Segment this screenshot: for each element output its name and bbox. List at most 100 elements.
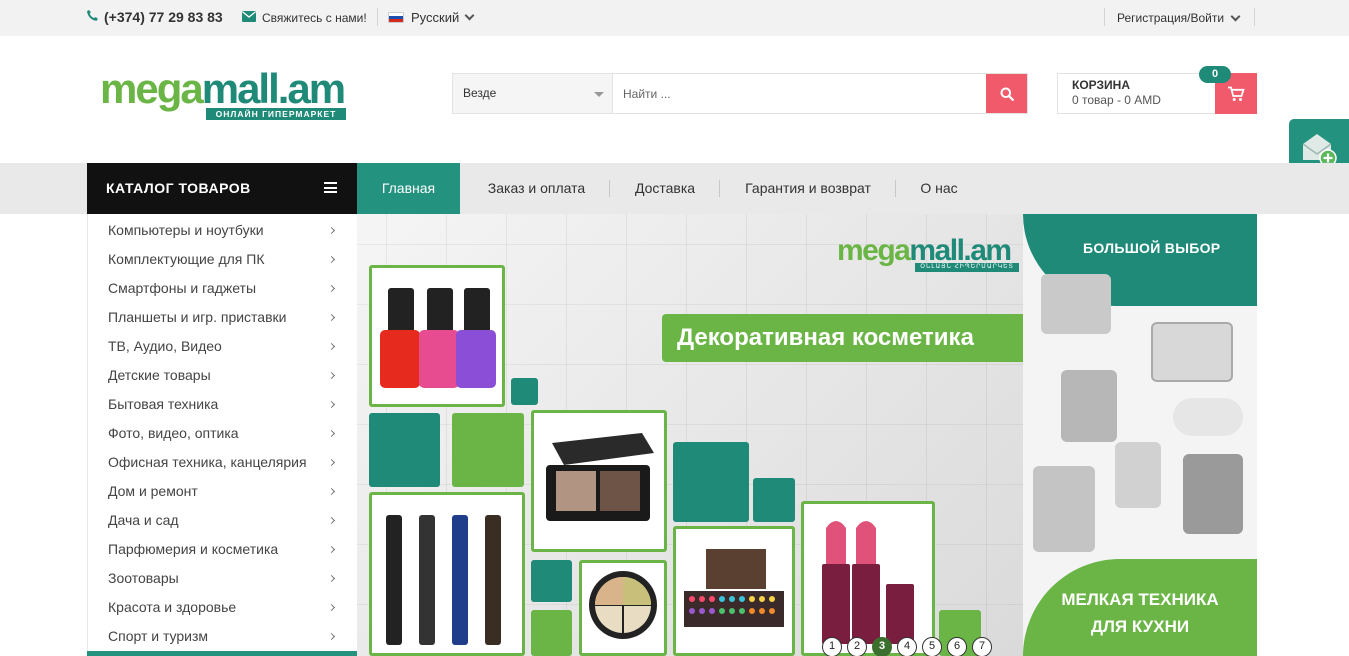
- chevron-right-icon: [327, 429, 336, 438]
- chevron-right-icon: [327, 632, 336, 641]
- juicer-image: [1061, 370, 1117, 442]
- divider: [1104, 8, 1105, 26]
- contact-link[interactable]: Свяжитесь с нами!: [242, 11, 367, 25]
- hamburger-icon: [324, 182, 337, 193]
- search-input[interactable]: [614, 74, 986, 113]
- scale-image: [1173, 398, 1243, 436]
- decor-square: [673, 442, 749, 522]
- category-item[interactable]: Офисная техника, канцелярия: [108, 448, 348, 477]
- logo-text-part2: mall.am: [201, 65, 346, 112]
- category-item[interactable]: Зоотовары: [108, 564, 348, 593]
- food-processor-image: [1033, 466, 1095, 552]
- search-category-value: Везде: [463, 86, 497, 100]
- chevron-right-icon: [327, 603, 336, 612]
- fryer-image: [1041, 274, 1111, 334]
- catalog-title: КАТАЛОГ ТОВАРОВ: [106, 180, 251, 196]
- divider: [609, 180, 610, 197]
- category-item[interactable]: Фото, видео, оптика: [108, 419, 348, 448]
- site-logo[interactable]: megamall.am ОНЛАЙН ГИПЕРМАРКЕТ: [100, 68, 350, 124]
- makeup-palette-image: [673, 526, 795, 656]
- slide-dot-7[interactable]: 7: [972, 637, 992, 656]
- search-bar: Везде: [452, 73, 1028, 114]
- chevron-right-icon: [327, 313, 336, 322]
- slide-dot-6[interactable]: 6: [947, 637, 967, 656]
- phone-icon: [86, 9, 99, 25]
- decor-square: [511, 378, 538, 405]
- slide-dot-1[interactable]: 1: [822, 637, 842, 656]
- logo-subtitle: ОНЛАЙН ГИПЕРМАРКЕТ: [206, 108, 346, 120]
- slide-dot-3[interactable]: 3: [872, 637, 892, 656]
- lipstick-image: [801, 501, 935, 656]
- nav-about[interactable]: О нас: [911, 163, 967, 214]
- decor-square: [369, 413, 440, 487]
- banner-logo-subtitle: ՕՆԼԱՅՆ ՀԻՊԵՐՄԱՐԿԵՏ: [915, 263, 1019, 272]
- category-item[interactable]: Дача и сад: [108, 506, 348, 535]
- logo-text-part1: mega: [100, 65, 204, 112]
- category-item[interactable]: Детские товары: [108, 361, 348, 390]
- promo-banner-slider[interactable]: Декоративная косметика megamall.am ՕՆԼԱՅ…: [357, 214, 1257, 656]
- catalog-menu-button[interactable]: КАТАЛОГ ТОВАРОВ: [87, 163, 357, 214]
- decor-square: [753, 478, 795, 522]
- category-item[interactable]: Комплектующие для ПК: [108, 245, 348, 274]
- chevron-right-icon: [327, 226, 336, 235]
- search-category-select[interactable]: Везде: [453, 74, 613, 113]
- contact-label: Свяжитесь с нами!: [262, 11, 367, 25]
- nav-delivery[interactable]: Доставка: [622, 163, 708, 214]
- chevron-right-icon: [327, 284, 336, 293]
- russian-flag-icon: [388, 12, 404, 23]
- decor-square: [531, 560, 572, 602]
- panel-bottom-line1: МЕЛКАЯ ТЕХНИКА: [1061, 590, 1219, 609]
- nav-home[interactable]: Главная: [357, 163, 460, 214]
- cart-summary: 0 товар - 0 AMD: [1072, 93, 1161, 107]
- category-item[interactable]: Дом и ремонт: [108, 477, 348, 506]
- chevron-right-icon: [327, 371, 336, 380]
- dropdown-arrow-icon: [594, 92, 604, 97]
- category-item[interactable]: Красота и здоровье: [108, 593, 348, 622]
- microwave-image: [1151, 322, 1233, 382]
- search-icon: [1000, 87, 1014, 101]
- panel-bottom-line2: ДЛЯ КУХНИ: [1090, 617, 1190, 636]
- category-item[interactable]: Парфюмерия и косметика: [108, 535, 348, 564]
- chevron-right-icon: [327, 458, 336, 467]
- category-item[interactable]: Смартфоны и гаджеты: [108, 274, 348, 303]
- chevron-down-icon: [1230, 11, 1241, 21]
- category-item[interactable]: Спорт и туризм: [108, 622, 348, 651]
- category-item[interactable]: Компьютеры и ноутбуки: [108, 216, 348, 245]
- phone-number: (+374) 77 29 83 83: [104, 9, 223, 25]
- appliances-panel: БОЛЬШОЙ ВЫБОР МЕЛКАЯ ТЕХНИКА ДЛЯ КУХНИ: [1023, 214, 1257, 656]
- divider: [377, 8, 378, 26]
- slide-dot-5[interactable]: 5: [922, 637, 942, 656]
- slide-dot-2[interactable]: 2: [847, 637, 867, 656]
- chevron-right-icon: [327, 516, 336, 525]
- slider-pagination: 1 2 3 4 5 6 7: [822, 637, 992, 656]
- panel-bottom-text: МЕЛКАЯ ТЕХНИКА ДЛЯ КУХНИ: [1023, 586, 1257, 640]
- chevron-right-icon: [327, 255, 336, 264]
- banner-headline: Декоративная косметика: [662, 314, 1024, 362]
- decor-square: [531, 610, 572, 656]
- search-button[interactable]: [986, 74, 1027, 113]
- chevron-right-icon: [327, 574, 336, 583]
- eyeliner-pens-image: [369, 492, 525, 656]
- category-item[interactable]: Планшеты и игр. приставки: [108, 303, 348, 332]
- kettle-image: [1115, 442, 1161, 508]
- phone-link[interactable]: (+374) 77 29 83 83: [86, 9, 223, 25]
- banner-logo-part1: mega: [837, 234, 911, 267]
- category-sidebar: Компьютеры и ноутбуки Комплектующие для …: [87, 214, 357, 656]
- category-bottom-bar: [87, 651, 357, 656]
- chevron-right-icon: [327, 400, 336, 409]
- nav-order-payment[interactable]: Заказ и оплата: [474, 163, 599, 214]
- chevron-down-icon: [464, 10, 475, 21]
- slide-dot-4[interactable]: 4: [897, 637, 917, 656]
- language-label: Русский: [411, 10, 460, 25]
- panel-top-text: БОЛЬШОЙ ВЫБОР: [1083, 240, 1221, 256]
- concealer-palette-image: [579, 560, 667, 656]
- nav-warranty-return[interactable]: Гарантия и возврат: [732, 163, 884, 214]
- meat-grinder-image: [1183, 454, 1243, 534]
- envelope-icon: [242, 11, 256, 25]
- cart-count-badge: 0: [1199, 66, 1231, 83]
- category-item[interactable]: ТВ, Аудио, Видео: [108, 332, 348, 361]
- language-selector[interactable]: Русский: [388, 10, 475, 25]
- login-register-link[interactable]: Регистрация/Войти: [1117, 11, 1241, 25]
- divider: [1254, 8, 1255, 26]
- category-item[interactable]: Бытовая техника: [108, 390, 348, 419]
